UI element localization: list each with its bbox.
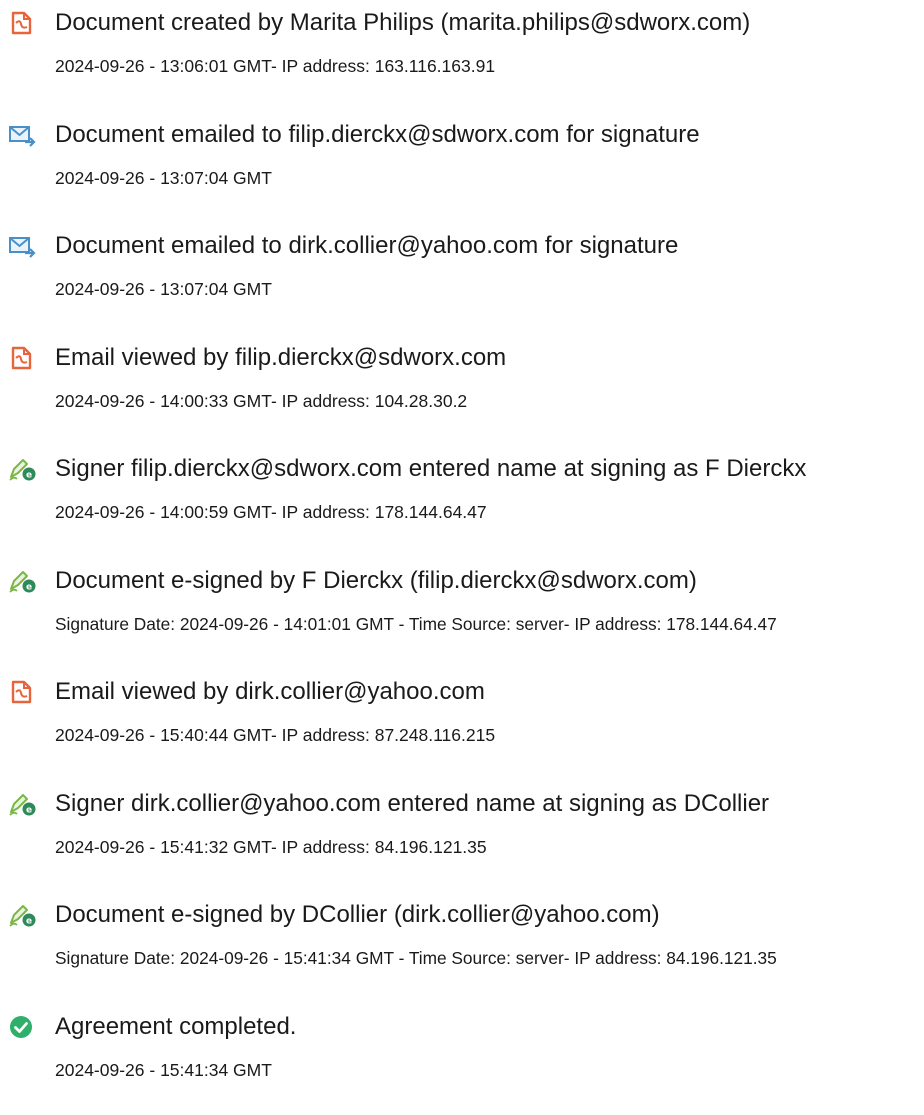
svg-text:e: e bbox=[26, 917, 32, 927]
svg-text:e: e bbox=[26, 805, 32, 815]
document-icon bbox=[8, 678, 36, 706]
event-title: Document emailed to dirk.collier@yahoo.c… bbox=[55, 230, 678, 262]
event-document-emailed: Document emailed to filip.dierckx@sdworx… bbox=[0, 112, 924, 224]
event-detail: 2024-09-26 - 15:41:34 GMT bbox=[55, 1058, 272, 1082]
email-sent-icon bbox=[8, 121, 36, 149]
event-title: Signer dirk.collier@yahoo.com entered na… bbox=[55, 788, 769, 820]
event-title: Email viewed by dirk.collier@yahoo.com bbox=[55, 676, 485, 708]
event-signer-entered-name: e Signer dirk.collier@yahoo.com entered … bbox=[0, 781, 924, 893]
event-detail: 2024-09-26 - 13:06:01 GMT- IP address: 1… bbox=[55, 54, 495, 78]
e-sign-icon: e bbox=[8, 455, 36, 483]
document-icon bbox=[8, 9, 36, 37]
event-title: Document created by Marita Philips (mari… bbox=[55, 7, 750, 39]
event-document-e-signed: e Document e-signed by DCollier (dirk.co… bbox=[0, 892, 924, 1004]
document-icon bbox=[8, 344, 36, 372]
event-title: Document e-signed by DCollier (dirk.coll… bbox=[55, 899, 660, 931]
event-email-viewed: Email viewed by dirk.collier@yahoo.com 2… bbox=[0, 669, 924, 781]
event-document-emailed: Document emailed to dirk.collier@yahoo.c… bbox=[0, 223, 924, 335]
event-detail: Signature Date: 2024-09-26 - 14:01:01 GM… bbox=[55, 612, 777, 636]
e-sign-icon: e bbox=[8, 901, 36, 929]
event-title: Document e-signed by F Dierckx (filip.di… bbox=[55, 565, 697, 597]
event-title: Email viewed by filip.dierckx@sdworx.com bbox=[55, 342, 506, 374]
event-detail: 2024-09-26 - 14:00:33 GMT- IP address: 1… bbox=[55, 389, 467, 413]
event-detail: Signature Date: 2024-09-26 - 15:41:34 GM… bbox=[55, 946, 777, 970]
svg-text:e: e bbox=[26, 582, 32, 592]
audit-trail-event-list: Document created by Marita Philips (mari… bbox=[0, 0, 924, 1115]
event-detail: 2024-09-26 - 13:07:04 GMT bbox=[55, 277, 272, 301]
event-document-created: Document created by Marita Philips (mari… bbox=[0, 0, 924, 112]
event-detail: 2024-09-26 - 14:00:59 GMT- IP address: 1… bbox=[55, 500, 487, 524]
svg-text:e: e bbox=[26, 471, 32, 481]
event-agreement-completed: Agreement completed. 2024-09-26 - 15:41:… bbox=[0, 1004, 924, 1115]
event-title: Agreement completed. bbox=[55, 1011, 296, 1043]
event-detail: 2024-09-26 - 15:41:32 GMT- IP address: 8… bbox=[55, 835, 487, 859]
event-title: Signer filip.dierckx@sdworx.com entered … bbox=[55, 453, 806, 485]
event-detail: 2024-09-26 - 13:07:04 GMT bbox=[55, 166, 272, 190]
event-email-viewed: Email viewed by filip.dierckx@sdworx.com… bbox=[0, 335, 924, 447]
event-detail: 2024-09-26 - 15:40:44 GMT- IP address: 8… bbox=[55, 723, 495, 747]
checkmark-circle-icon bbox=[8, 1013, 36, 1041]
event-signer-entered-name: e Signer filip.dierckx@sdworx.com entere… bbox=[0, 446, 924, 558]
event-title: Document emailed to filip.dierckx@sdworx… bbox=[55, 119, 700, 151]
email-sent-icon bbox=[8, 232, 36, 260]
e-sign-icon: e bbox=[8, 567, 36, 595]
e-sign-icon: e bbox=[8, 790, 36, 818]
event-document-e-signed: e Document e-signed by F Dierckx (filip.… bbox=[0, 558, 924, 670]
